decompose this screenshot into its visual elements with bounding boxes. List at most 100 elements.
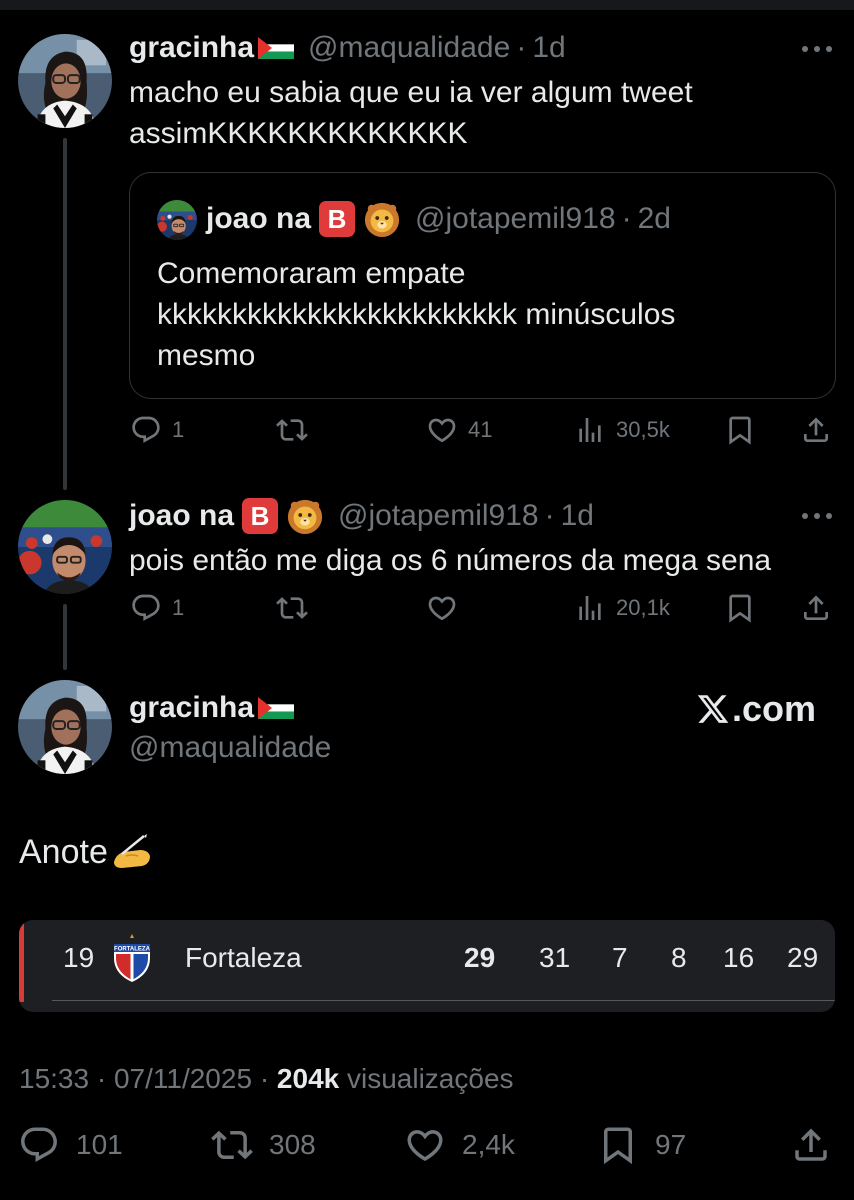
reply-count: 1 [172, 595, 185, 620]
tweet-text: pois então me diga os 6 números da mega … [129, 540, 771, 581]
writing-hand-emoji-icon [113, 834, 150, 868]
like-button[interactable]: 2,4k [404, 1124, 515, 1166]
reply-icon [18, 1124, 60, 1166]
bookmark-button[interactable]: 97 [597, 1124, 686, 1166]
retweet-icon [211, 1124, 253, 1166]
tweet-actions: 1 41 30,5k [130, 414, 834, 454]
timestamp[interactable]: 1d [532, 30, 565, 66]
retweet-button[interactable] [276, 414, 318, 446]
views-label: visualizações [347, 1063, 514, 1094]
palestine-flag-icon [258, 37, 294, 59]
thread-connector [63, 138, 67, 490]
more-icon[interactable] [802, 511, 832, 521]
post-date[interactable]: 07/11/2025 [114, 1063, 252, 1094]
views-icon [574, 414, 606, 446]
like-icon [426, 414, 458, 446]
views-icon [574, 592, 606, 624]
share-icon [800, 414, 832, 446]
display-name[interactable]: joao na [129, 498, 234, 534]
retweet-icon [276, 592, 308, 624]
share-button[interactable] [790, 1124, 832, 1166]
row-divider [52, 1000, 835, 1001]
like-count: 41 [468, 417, 493, 442]
lion-emoji-icon [363, 200, 401, 238]
separator-dot: · [259, 1063, 277, 1094]
main-tweet-actions: 101 308 2,4k 97 [18, 1124, 834, 1172]
separator-dot: · [96, 1063, 114, 1094]
views-button[interactable]: 20,1k [574, 592, 670, 624]
more-icon[interactable] [802, 44, 832, 54]
tweet-text-line: kkkkkkkkkkkkkkkkkkkkkkkk minúsculos [157, 298, 676, 331]
quoted-tweet[interactable]: joao na B @jotapemil918 · 2d Comemoraram… [129, 172, 836, 399]
tweet-metadata: 15:33 · 07/11/2025 · 204k visualizações [19, 1060, 514, 1098]
avatar [157, 200, 197, 240]
separator-dot: · [544, 499, 555, 532]
bookmark-button[interactable] [724, 592, 756, 624]
user-handle: @jotapemil918 [415, 202, 616, 235]
share-button[interactable] [800, 414, 832, 446]
like-icon [426, 592, 458, 624]
separator-dot: · [621, 202, 632, 235]
user-handle[interactable]: @maqualidade [308, 30, 510, 66]
watermark-text: .com [731, 688, 816, 729]
tweet-text-line: pois então me diga os 6 números da mega … [129, 544, 772, 577]
standings-row-card: 19 FORTALEZA Fortaleza 29 31 7 8 16 29 [19, 920, 835, 1012]
timestamp[interactable]: 1d [561, 498, 594, 534]
retweet-icon [276, 414, 308, 446]
avatar-joao-image [18, 500, 112, 594]
reply-icon [130, 592, 162, 624]
b-button-emoji: B [242, 498, 279, 534]
crest-label: FORTALEZA [114, 947, 151, 953]
reply-count: 1 [172, 417, 185, 442]
avatar-gracinha-image [18, 34, 112, 128]
display-name[interactable]: gracinha [129, 690, 254, 726]
avatar[interactable] [18, 500, 112, 594]
main-tweet-handle: @maqualidade [129, 730, 331, 766]
retweet-button[interactable] [276, 592, 318, 624]
avatar[interactable] [18, 34, 112, 128]
top-bar [0, 0, 854, 10]
played-cell: 31 [539, 942, 571, 973]
b-button-emoji: B [319, 201, 356, 237]
avatar-joao-image [157, 200, 197, 240]
views-button[interactable]: 30,5k [574, 414, 670, 446]
main-tweet-text: Anote [19, 830, 154, 874]
tweet-header: joao na B @jotapemil918 · 1d [129, 497, 594, 535]
reply-icon [130, 414, 162, 446]
reply-button[interactable]: 101 [18, 1124, 123, 1166]
timestamp: 2d [637, 202, 671, 235]
like-button[interactable]: 41 [426, 414, 492, 446]
tweet-header: gracinha @maqualidade · 1d [129, 30, 566, 66]
team-name-cell[interactable]: Fortaleza [185, 940, 302, 976]
thread-connector [63, 604, 67, 670]
user-handle[interactable]: @jotapemil918 [338, 498, 539, 534]
tweet-text-line: mesmo [157, 339, 256, 372]
tweet-text: macho eu sabia que eu ia ver algum tweet… [129, 72, 693, 154]
relegation-zone-marker [19, 920, 24, 1002]
tweet-text-line: Anote [19, 833, 108, 871]
post-time[interactable]: 15:33 [19, 1063, 89, 1094]
display-name[interactable]: gracinha [129, 30, 254, 66]
avatar[interactable] [18, 680, 112, 774]
like-count: 2,4k [462, 1129, 515, 1160]
tweet-actions: 1 20,1k [130, 592, 834, 632]
tweet-text-line: Comemoraram empate [157, 257, 466, 290]
fortaleza-crest-icon: FORTALEZA [114, 934, 151, 982]
retweet-button[interactable]: 308 [211, 1124, 316, 1166]
separator-dot: · [516, 31, 527, 64]
views-count: 30,5k [616, 417, 670, 442]
tweet-text-line: macho eu sabia que eu ia ver algum tweet [129, 76, 693, 109]
bookmark-icon [597, 1124, 639, 1166]
bookmark-button[interactable] [724, 414, 756, 446]
quoted-tweet-header: joao na B @jotapemil918 · 2d [206, 199, 671, 239]
reply-button[interactable]: 1 [130, 592, 184, 624]
user-handle[interactable]: @maqualidade [129, 730, 331, 766]
quoted-tweet-text: Comemoraram empate kkkkkkkkkkkkkkkkkkkkk… [157, 253, 817, 376]
share-button[interactable] [800, 592, 832, 624]
points-cell: 29 [464, 942, 496, 973]
retweet-count: 308 [269, 1129, 316, 1160]
reply-button[interactable]: 1 [130, 414, 184, 446]
reply-count: 101 [76, 1129, 123, 1160]
share-icon [800, 592, 832, 624]
like-button[interactable] [426, 592, 468, 624]
